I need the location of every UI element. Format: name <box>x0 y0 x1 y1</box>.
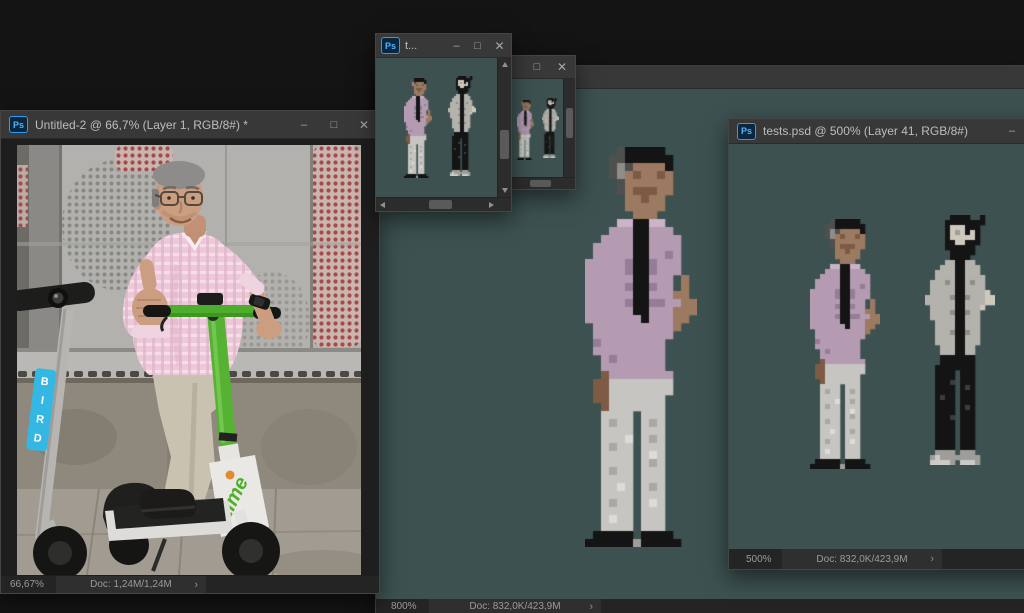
bird-letter: R <box>35 413 44 426</box>
doc-size-text: Doc: 832,0K/423,9M <box>469 601 560 612</box>
maximize-button[interactable]: □ <box>525 56 549 78</box>
float-front-titlebar[interactable]: Ps t... – □ ✕ <box>376 34 511 58</box>
man-shoe <box>140 489 196 519</box>
man-hair <box>153 161 205 189</box>
photoshop-file-icon: Ps <box>9 116 28 133</box>
minimize-button[interactable]: – <box>997 119 1024 143</box>
tests-window-title: tests.psd @ 500% (Layer 41, RGB/8#) <box>763 124 990 138</box>
photoshop-file-icon: Ps <box>381 37 400 54</box>
pixel-art-beard-man-small <box>448 76 476 176</box>
chevron-right-icon[interactable]: › <box>589 601 593 613</box>
tests-window-titlebar[interactable]: Ps tests.psd @ 500% (Layer 41, RGB/8#) –… <box>729 119 1024 144</box>
scroll-up-arrow-icon[interactable] <box>498 58 511 71</box>
zoom-level-field[interactable]: 500% <box>729 554 782 565</box>
scroll-left-arrow-icon[interactable] <box>376 198 389 211</box>
maximize-button[interactable]: □ <box>319 111 349 138</box>
horizontal-scrollbar[interactable] <box>505 177 575 189</box>
pixel-art-man-tiny <box>517 100 534 160</box>
photoshop-workspace: 800% Doc: 832,0K/423,9M › Ps tests.psd @… <box>0 0 1024 613</box>
minimize-button[interactable]: – <box>289 111 319 138</box>
horizontal-scrollbar[interactable] <box>376 197 511 211</box>
scrollbar-corner <box>498 198 511 211</box>
float-window-back: □ ✕ <box>504 55 576 190</box>
untitled-document-window: Ps Untitled-2 @ 66,7% (Layer 1, RGB/8#) … <box>0 110 380 594</box>
pixel-art-man-small <box>404 78 432 178</box>
vertical-scrollbar[interactable] <box>563 79 575 177</box>
background-window-statusbar: 800% Doc: 832,0K/423,9M › <box>376 599 1024 613</box>
minimize-button[interactable]: – <box>446 34 467 57</box>
photo-content: B I R D <box>17 145 361 575</box>
photoshop-file-icon: Ps <box>737 123 756 140</box>
float-front-title: t... <box>405 40 441 52</box>
pixel-art-man-medium <box>810 219 880 469</box>
close-button[interactable]: ✕ <box>549 56 575 78</box>
float-front-canvas[interactable] <box>376 58 497 197</box>
float-back-titlebar[interactable]: □ ✕ <box>505 56 575 79</box>
close-button[interactable]: ✕ <box>488 34 511 57</box>
zoom-level-field[interactable]: 800% <box>376 601 429 612</box>
tests-window-canvas[interactable] <box>729 144 1024 549</box>
untitled-window-canvas[interactable]: B I R D <box>1 139 379 576</box>
vertical-scrollbar[interactable] <box>497 58 511 197</box>
doc-size-field[interactable]: Doc: 832,0K/423,9M › <box>429 599 601 613</box>
horizontal-scroll-thumb[interactable] <box>429 200 452 209</box>
untitled-window-statusbar: 66,67% Doc: 1,24M/1,24M › <box>1 576 379 593</box>
pixel-art-beard-man-medium <box>925 215 995 465</box>
scroll-down-arrow-icon[interactable] <box>498 184 511 197</box>
vertical-scroll-thumb[interactable] <box>500 130 509 159</box>
bird-letter: B <box>40 376 49 389</box>
maximize-button[interactable]: □ <box>467 34 488 57</box>
float-window-front: Ps t... – □ ✕ <box>375 33 512 212</box>
chevron-right-icon[interactable]: › <box>930 553 934 565</box>
untitled-window-titlebar[interactable]: Ps Untitled-2 @ 66,7% (Layer 1, RGB/8#) … <box>1 111 379 139</box>
untitled-window-title: Untitled-2 @ 66,7% (Layer 1, RGB/8#) * <box>35 118 282 132</box>
tests-document-window: Ps tests.psd @ 500% (Layer 41, RGB/8#) –… <box>728 118 1024 570</box>
float-back-canvas[interactable] <box>505 79 563 177</box>
doc-size-text: Doc: 1,24M/1,24M <box>90 579 172 590</box>
doc-size-field[interactable]: Doc: 832,0K/423,9M › <box>782 549 942 569</box>
doc-size-field[interactable]: Doc: 1,24M/1,24M › <box>56 576 206 593</box>
tests-window-statusbar: 500% Doc: 832,0K/423,9M › <box>729 549 1024 569</box>
scroll-right-arrow-icon[interactable] <box>485 198 498 211</box>
doc-size-text: Doc: 832,0K/423,9M <box>816 554 907 565</box>
pixel-art-man-large <box>585 147 697 547</box>
bird-letter: D <box>33 432 42 445</box>
pixel-art-beard-man-tiny <box>542 98 559 158</box>
chevron-right-icon[interactable]: › <box>194 579 198 591</box>
zoom-level-field[interactable]: 66,67% <box>1 579 56 590</box>
